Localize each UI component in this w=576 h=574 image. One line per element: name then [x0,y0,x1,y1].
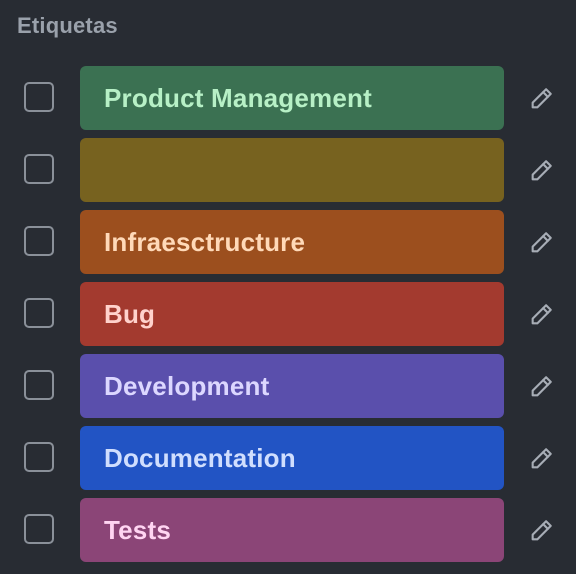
panel-title: Etiquetas [17,13,118,38]
edit-label-button[interactable] [528,156,556,184]
label-row [0,138,576,202]
pencil-icon [531,88,552,109]
label-chip[interactable]: Development [80,354,504,418]
pencil-icon [531,520,552,541]
pencil-icon [531,304,552,325]
label-checkbox[interactable] [24,370,54,400]
labels-panel: Etiquetas Product Management Infraesctru… [0,0,576,574]
label-chip[interactable]: Infraesctructure [80,210,504,274]
label-checkbox[interactable] [24,154,54,184]
label-chip[interactable] [80,138,504,202]
label-row: Bug [0,282,576,346]
label-checkbox[interactable] [24,82,54,112]
edit-label-button[interactable] [528,444,556,472]
label-row: Development [0,354,576,418]
label-chip[interactable]: Bug [80,282,504,346]
edit-label-button[interactable] [528,228,556,256]
label-row: Documentation [0,426,576,490]
label-row: Product Management [0,66,576,130]
edit-label-button[interactable] [528,372,556,400]
label-chip[interactable]: Tests [80,498,504,562]
edit-label-button[interactable] [528,84,556,112]
label-row: Infraesctructure [0,210,576,274]
label-checkbox[interactable] [24,514,54,544]
label-checkbox[interactable] [24,226,54,256]
edit-label-button[interactable] [528,516,556,544]
pencil-icon [531,448,552,469]
edit-label-button[interactable] [528,300,556,328]
label-checkbox[interactable] [24,442,54,472]
label-row: Tests [0,498,576,562]
label-checkbox[interactable] [24,298,54,328]
label-chip[interactable]: Documentation [80,426,504,490]
label-chip[interactable]: Product Management [80,66,504,130]
pencil-icon [531,160,552,181]
pencil-icon [531,376,552,397]
pencil-icon [531,232,552,253]
